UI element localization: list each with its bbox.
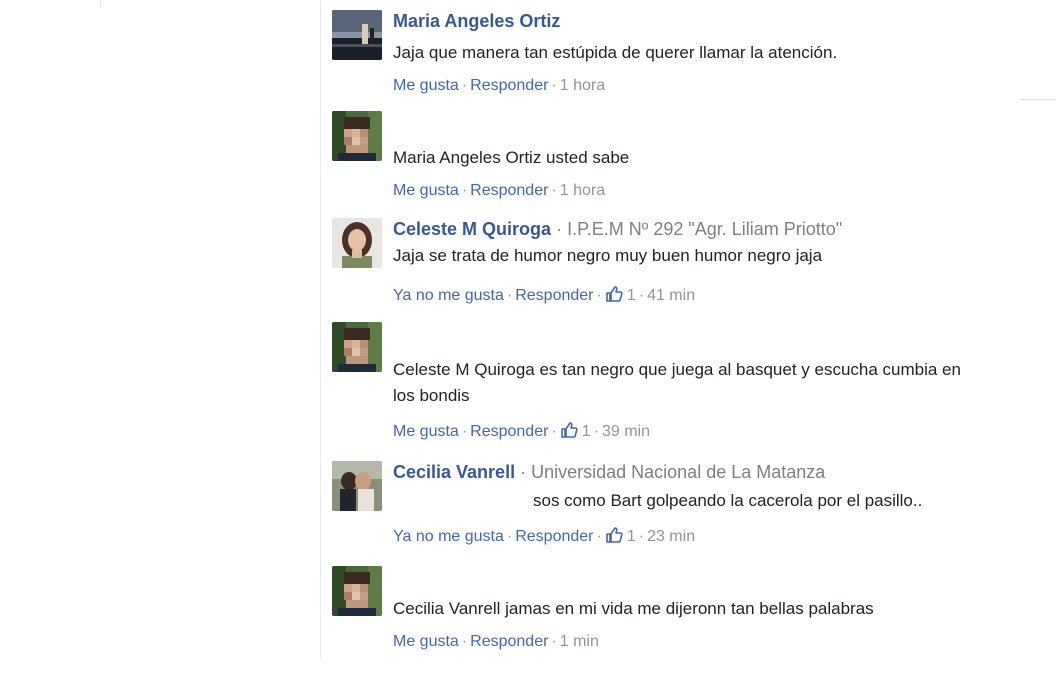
comment-text: Cecilia Vanrell jamas en mi vida me dije… xyxy=(393,599,874,618)
comment-actions: Me gusta · Responder · 1 hora xyxy=(393,181,1033,201)
separator: · xyxy=(461,182,468,199)
timestamp[interactable]: 1 min xyxy=(560,633,599,650)
separator: · xyxy=(506,287,513,304)
woman-portrait-avatar[interactable] xyxy=(332,218,382,268)
unlike-link[interactable]: Ya no me gusta xyxy=(393,287,504,304)
comment-actions: Me gusta · Responder · 1 · 39 min xyxy=(393,421,1033,442)
separator: · xyxy=(461,77,468,94)
pixelated-face-avatar[interactable] xyxy=(332,322,382,372)
like-count[interactable]: 1 xyxy=(627,287,636,304)
author-name[interactable]: Cecilia Vanrell xyxy=(393,462,515,482)
timestamp[interactable]: 1 hora xyxy=(560,182,605,199)
author-line: Cecilia Vanrell · Universidad Nacional d… xyxy=(393,461,1033,483)
separator: · xyxy=(638,528,645,545)
right-divider xyxy=(1020,99,1056,100)
comment-body: Cecilia Vanrell · Universidad Nacional d… xyxy=(393,461,1033,547)
timestamp[interactable]: 39 min xyxy=(602,423,650,440)
comment-text: sos como Bart golpeando la cacerola por … xyxy=(533,491,923,510)
comment-actions: Ya no me gusta · Responder · 1 · 23 min xyxy=(393,526,1033,547)
comment-text: Jaja que manera tan estúpida de querer l… xyxy=(393,43,838,62)
thumbs-up-icon[interactable] xyxy=(560,421,578,439)
author-name[interactable]: Maria Angeles Ortiz xyxy=(393,11,560,31)
comment-body: Celeste M Quiroga es tan negro que juega… xyxy=(393,322,1033,442)
comment-text: Maria Angeles Ortiz usted sabe xyxy=(393,148,630,167)
comment-text: Jaja se trata de humor negro muy buen hu… xyxy=(393,246,823,265)
separator: · xyxy=(506,528,513,545)
separator: · xyxy=(551,77,557,94)
timestamp[interactable]: 1 hora xyxy=(560,77,605,94)
author-name[interactable]: Celeste M Quiroga xyxy=(393,219,551,239)
separator: · xyxy=(461,633,468,650)
author-affiliation[interactable]: I.P.E.M Nº 292 "Agr. Liliam Priotto" xyxy=(567,219,842,239)
author-line xyxy=(393,111,1033,133)
separator: · xyxy=(461,423,468,440)
thumbs-up-icon[interactable] xyxy=(605,526,623,544)
comment-body: Maria Angeles Ortiz Jaja que manera tan … xyxy=(393,10,1033,96)
author-affiliation[interactable]: Universidad Nacional de La Matanza xyxy=(531,462,825,482)
separator: · xyxy=(551,182,557,199)
author-line: Maria Angeles Ortiz xyxy=(393,10,1033,32)
thumbs-up-icon[interactable] xyxy=(605,285,623,303)
like-count[interactable]: 1 xyxy=(582,423,591,440)
author-line: Celeste M Quiroga · I.P.E.M Nº 292 "Agr.… xyxy=(393,218,1033,240)
comment-actions: Ya no me gusta · Responder · 1 · 41 min xyxy=(393,285,1033,306)
reply-link[interactable]: Responder xyxy=(470,633,548,650)
left-divider xyxy=(100,0,101,8)
like-link[interactable]: Me gusta xyxy=(393,423,459,440)
separator: · xyxy=(596,528,602,545)
reply-link[interactable]: Responder xyxy=(470,77,548,94)
pixelated-face-avatar[interactable] xyxy=(332,566,382,616)
night-landscape-avatar[interactable] xyxy=(332,10,382,60)
comment-body: Cecilia Vanrell jamas en mi vida me dije… xyxy=(393,566,1033,652)
separator: · xyxy=(638,287,645,304)
comment-actions: Me gusta · Responder · 1 min xyxy=(393,632,1033,652)
like-link[interactable]: Me gusta xyxy=(393,77,459,94)
separator: · xyxy=(596,287,602,304)
comment-body: Celeste M Quiroga · I.P.E.M Nº 292 "Agr.… xyxy=(393,218,1033,306)
timestamp[interactable]: 41 min xyxy=(647,287,695,304)
reply-link[interactable]: Responder xyxy=(515,528,593,545)
separator: · xyxy=(551,423,557,440)
separator: · xyxy=(520,462,527,482)
author-line xyxy=(393,322,1033,344)
comment-actions: Me gusta · Responder · 1 hora xyxy=(393,76,1033,96)
pixelated-face-avatar[interactable] xyxy=(332,111,382,161)
like-link[interactable]: Me gusta xyxy=(393,633,459,650)
unlike-link[interactable]: Ya no me gusta xyxy=(393,528,504,545)
like-link[interactable]: Me gusta xyxy=(393,182,459,199)
reply-link[interactable]: Responder xyxy=(470,423,548,440)
like-count[interactable]: 1 xyxy=(627,528,636,545)
reply-link[interactable]: Responder xyxy=(470,182,548,199)
thread-divider xyxy=(320,0,321,660)
reply-link[interactable]: Responder xyxy=(515,287,593,304)
author-line xyxy=(393,566,1033,588)
comment-body: Maria Angeles Ortiz usted sabe Me gusta ·… xyxy=(393,111,1033,201)
separator: · xyxy=(593,423,599,440)
couple-photo-avatar[interactable] xyxy=(332,461,382,511)
separator: · xyxy=(551,633,557,650)
timestamp[interactable]: 23 min xyxy=(647,528,695,545)
separator: · xyxy=(556,219,563,239)
comment-text: Celeste M Quiroga es tan negro que juega… xyxy=(393,360,961,405)
